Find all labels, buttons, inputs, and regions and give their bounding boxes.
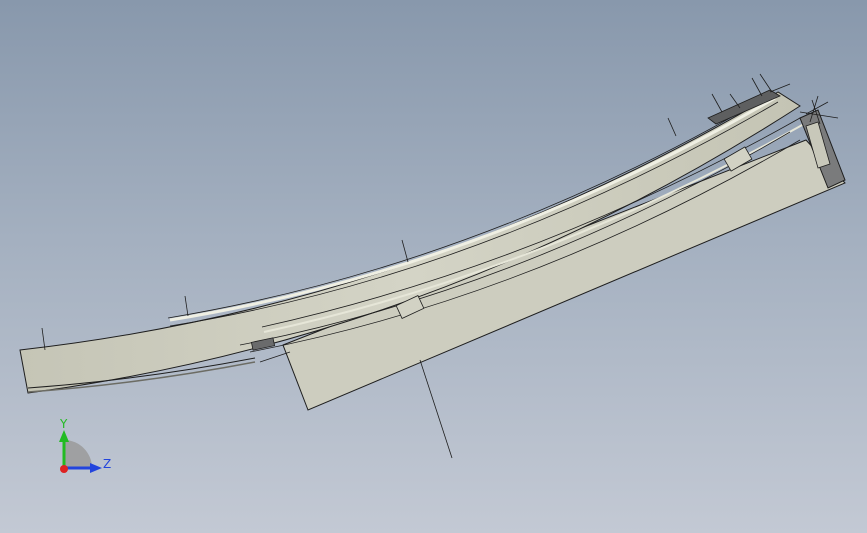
ref-line-11 [259, 351, 291, 363]
ref-line-10 [419, 359, 453, 459]
ref-line-5 [711, 93, 723, 113]
cad-viewport[interactable]: Y Z [0, 0, 867, 533]
ref-line-3 [401, 239, 409, 263]
ref-line-9 [769, 83, 791, 93]
x-axis-dot-icon [60, 465, 68, 473]
cad-model-canvas[interactable]: Y Z [0, 0, 867, 533]
z-axis-arrow-icon [90, 463, 102, 473]
ref-line-8 [759, 73, 773, 93]
y-axis-label: Y [59, 417, 68, 431]
ref-line-1 [41, 327, 46, 351]
z-axis-label: Z [103, 457, 111, 471]
ref-line-4 [667, 117, 677, 137]
ref-line-2 [184, 295, 189, 317]
axis-triad: Y Z [59, 417, 111, 473]
triad-arc [64, 440, 92, 468]
ref-line-7 [751, 77, 763, 97]
y-axis-arrow-icon [59, 430, 69, 442]
